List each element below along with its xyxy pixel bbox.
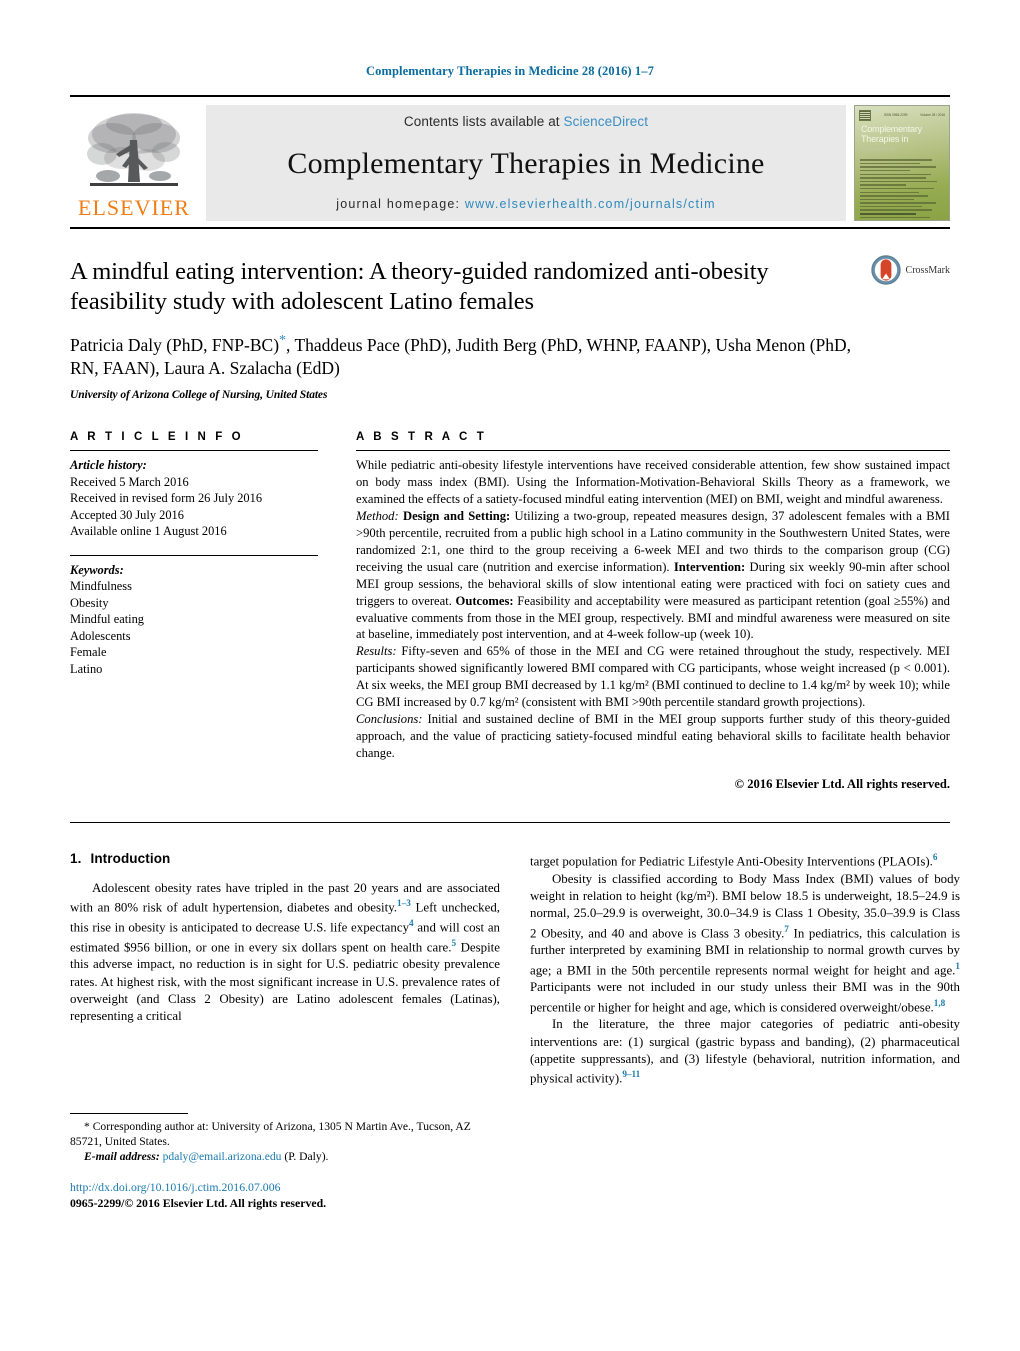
email-label: E-mail address: bbox=[84, 1150, 160, 1164]
footnote-zone: * Corresponding author at: University of… bbox=[70, 1113, 500, 1211]
citation-ref[interactable]: 9–11 bbox=[622, 1069, 640, 1079]
journal-masthead: ELSEVIER Contents lists available at Sci… bbox=[70, 95, 950, 229]
email-note: E-mail address: pdaly@email.arizona.edu … bbox=[70, 1149, 500, 1164]
article-history-label: Article history: bbox=[70, 458, 147, 473]
conclusions-label: Conclusions: bbox=[356, 712, 423, 727]
elsevier-logo: ELSEVIER bbox=[70, 105, 198, 221]
contents-available-line: Contents lists available at ScienceDirec… bbox=[404, 114, 648, 129]
footnote-rule bbox=[70, 1113, 188, 1115]
page-title: A mindful eating intervention: A theory-… bbox=[70, 258, 769, 315]
keyword-item: Adolescents bbox=[70, 628, 131, 643]
author-list: Patricia Daly (PhD, FNP-BC)*, Thaddeus P… bbox=[70, 332, 860, 380]
cover-issn: ISSN 0965-2299 bbox=[883, 113, 908, 117]
history-item-online: Available online 1 August 2016 bbox=[70, 524, 227, 539]
title-block: A mindful eating intervention: A theory-… bbox=[70, 229, 950, 401]
right-p3-a: In the literature, the three major categ… bbox=[530, 1017, 960, 1086]
cover-contents-lines bbox=[855, 154, 949, 220]
abstract-method-paragraph: Method: Design and Setting: Utilizing a … bbox=[356, 508, 950, 644]
outcomes-label: Outcomes: bbox=[455, 593, 514, 608]
history-item-received: Received 5 March 2016 bbox=[70, 474, 189, 489]
crossmark-badge[interactable]: CrossMark bbox=[870, 255, 950, 285]
journal-homepage-link[interactable]: www.elsevierhealth.com/journals/ctim bbox=[465, 197, 716, 211]
sciencedirect-link[interactable]: ScienceDirect bbox=[564, 114, 649, 129]
body-left-column: 1. Introduction Adolescent obesity rates … bbox=[70, 851, 500, 1211]
right-p1-cont: target population for Pediatric Lifestyl… bbox=[530, 854, 933, 869]
keyword-item: Female bbox=[70, 645, 107, 660]
cover-title: Complementary Therapies in Medicine bbox=[855, 122, 949, 154]
cover-badge-icon bbox=[859, 109, 871, 121]
homepage-prefix: journal homepage: bbox=[336, 197, 465, 211]
info-rule-mid bbox=[70, 554, 318, 556]
history-item-revised: Received in revised form 26 July 2016 bbox=[70, 491, 263, 506]
results-text: Fifty-seven and 65% of those in the MEI … bbox=[356, 644, 950, 710]
footnote-spacer bbox=[70, 1164, 500, 1180]
info-abstract-row: A R T I C L E I N F O Article history: R… bbox=[70, 401, 950, 792]
abstract-conclusions-paragraph: Conclusions: Initial and sustained decli… bbox=[356, 711, 950, 762]
elsevier-wordmark: ELSEVIER bbox=[78, 195, 190, 220]
info-rule-top bbox=[70, 450, 318, 452]
author-names: Patricia Daly (PhD, FNP-BC)*, Thaddeus P… bbox=[70, 332, 852, 378]
abstract-column: A B S T R A C T While pediatric anti-obe… bbox=[356, 431, 950, 792]
keywords-label: Keywords: bbox=[70, 562, 124, 577]
paragraph-intro-left: Adolescent obesity rates have tripled in… bbox=[70, 880, 500, 1026]
keyword-item: Mindfulness bbox=[70, 579, 132, 594]
citation-ref[interactable]: 1 bbox=[955, 961, 960, 971]
method-label: Method: bbox=[356, 508, 399, 523]
design-setting-label: Design and Setting: bbox=[402, 508, 511, 523]
history-item-accepted: Accepted 30 July 2016 bbox=[70, 507, 184, 522]
citation-ref[interactable]: 1,8 bbox=[934, 998, 945, 1008]
keyword-item: Latino bbox=[70, 661, 103, 676]
section-title: Introduction bbox=[90, 850, 171, 866]
body-right-column: target population for Pediatric Lifestyl… bbox=[530, 851, 960, 1211]
citation-ref[interactable]: 6 bbox=[933, 852, 938, 862]
contents-prefix: Contents lists available at bbox=[403, 114, 564, 129]
cover-footer-bar bbox=[860, 213, 916, 215]
intervention-label: Intervention: bbox=[673, 559, 746, 574]
section-heading-introduction: 1. Introduction bbox=[70, 851, 500, 866]
email-link[interactable]: pdaly@email.arizona.edu bbox=[163, 1150, 282, 1163]
journal-article-page: Complementary Therapies in Medicine 28 (… bbox=[0, 0, 1020, 1351]
abstract-intro-paragraph: While pediatric anti-obesity lifestyle i… bbox=[356, 458, 950, 506]
paragraph-bmi-classification: Obesity is classified according to Body … bbox=[530, 871, 960, 1017]
elsevier-tree-icon bbox=[87, 113, 180, 186]
abstract-results-paragraph: Results: Fifty-seven and 65% of those in… bbox=[356, 643, 950, 711]
keyword-item: Mindful eating bbox=[70, 612, 144, 627]
journal-cover-thumbnail: ISSN 0965-2299 Volume 28 / 2016 Compleme… bbox=[854, 105, 950, 221]
cover-volume: Volume 28 / 2016 bbox=[920, 113, 945, 117]
crossmark-icon bbox=[870, 255, 901, 285]
article-info-heading: A R T I C L E I N F O bbox=[70, 431, 244, 444]
abstract-copyright: © 2016 Elsevier Ltd. All rights reserved… bbox=[734, 776, 950, 791]
abstract-body: While pediatric anti-obesity lifestyle i… bbox=[356, 457, 950, 762]
corresponding-author-note: * Corresponding author at: University of… bbox=[70, 1120, 471, 1149]
article-info-column: A R T I C L E I N F O Article history: R… bbox=[70, 431, 318, 792]
crossmark-label: CrossMark bbox=[905, 264, 950, 276]
body-columns: 1. Introduction Adolescent obesity rates … bbox=[70, 823, 960, 1211]
paragraph-continued-right: target population for Pediatric Lifestyl… bbox=[530, 851, 960, 871]
journal-title: Complementary Therapies in Medicine bbox=[287, 146, 765, 180]
running-head: Complementary Therapies in Medicine 28 (… bbox=[366, 64, 654, 78]
abstract-rule bbox=[356, 450, 950, 452]
abstract-heading: A B S T R A C T bbox=[356, 431, 487, 444]
section-number: 1. bbox=[70, 850, 82, 866]
masthead-center-band: Contents lists available at ScienceDirec… bbox=[206, 105, 846, 221]
right-p2-c: Participants were not included in our st… bbox=[530, 980, 960, 1014]
email-suffix: (P. Daly). bbox=[281, 1150, 329, 1164]
citation-ref[interactable]: 1–3 bbox=[397, 898, 411, 908]
issn-copyright: 0965-2299/© 2016 Elsevier Ltd. All right… bbox=[70, 1195, 327, 1210]
keywords-group: Keywords: Mindfulness Obesity Mindful ea… bbox=[70, 562, 318, 678]
paragraph-intervention-categories: In the literature, the three major categ… bbox=[530, 1016, 960, 1088]
doi-link[interactable]: http://dx.doi.org/10.1016/j.ctim.2016.07… bbox=[70, 1180, 500, 1195]
article-history-group: Article history: Received 5 March 2016 R… bbox=[70, 457, 318, 540]
journal-homepage-line: journal homepage: www.elsevierhealth.com… bbox=[336, 197, 716, 211]
affiliation: University of Arizona College of Nursing… bbox=[70, 389, 328, 402]
keyword-item: Obesity bbox=[70, 595, 109, 610]
results-label: Results: bbox=[356, 644, 397, 659]
cover-title-line3: Medicine bbox=[861, 143, 896, 154]
cover-header-row: ISSN 0965-2299 Volume 28 / 2016 bbox=[855, 106, 949, 122]
conclusions-text: Initial and sustained decline of BMI in … bbox=[356, 712, 950, 761]
